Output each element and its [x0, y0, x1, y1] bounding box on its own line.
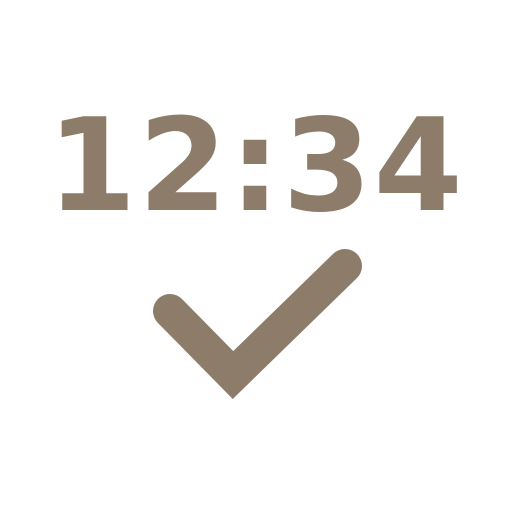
time-display: 12:34 [47, 92, 465, 241]
checkmark-stroke [153, 249, 362, 399]
checkmark-icon [153, 249, 362, 399]
icon-canvas: 12:34 [0, 0, 512, 512]
